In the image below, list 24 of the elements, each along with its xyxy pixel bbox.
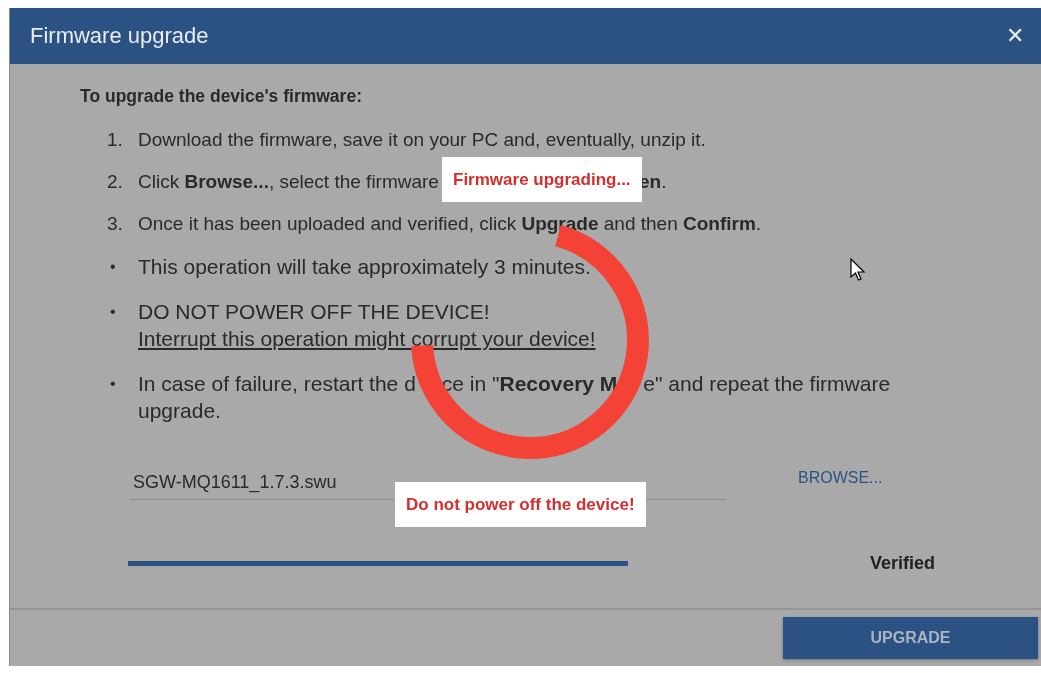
instruction-text: Download the firmware, save it on your PC and, eventually, unzip it. xyxy=(138,129,706,150)
status-text: Verified xyxy=(870,553,936,574)
instruction-text: e" and repeat the firmware xyxy=(643,372,891,395)
list-number: 3. xyxy=(107,212,124,236)
instruction-text: In case of failure, restart the d xyxy=(138,372,416,395)
upgrading-message: Firmware upgrading... xyxy=(442,157,642,202)
cursor-icon xyxy=(850,258,866,282)
instruction-text: Once it has been uploaded and verified, click Upgrade and then Confirm. xyxy=(138,213,762,234)
instruction-text: upgrade. xyxy=(138,399,221,422)
warning-message: Do not power off the device! xyxy=(395,482,646,527)
browse-button[interactable]: BROWSE... xyxy=(798,469,883,487)
bullet: • xyxy=(110,257,117,277)
list-number: 1. xyxy=(107,128,124,152)
close-button[interactable]: ✕ xyxy=(1006,23,1024,49)
list-number: 2. xyxy=(107,170,124,194)
dialog-title: Firmware upgrade xyxy=(30,23,209,49)
warning-link[interactable]: Interrupt this operation might corrupt your device! xyxy=(138,327,596,350)
instructions-heading: To upgrade the device's firmware: xyxy=(80,86,363,107)
instruction-text: DO NOT POWER OFF THE DEVICE! xyxy=(138,300,490,323)
upgrade-button[interactable]: UPGRADE xyxy=(783,617,1038,659)
instruction-text: Click Browse..., select the firmware xyxy=(138,171,439,192)
instruction-text: This operation will take approximately 3 minutes. xyxy=(138,255,591,278)
bullet: • xyxy=(110,302,117,322)
bullet: • xyxy=(110,374,117,394)
